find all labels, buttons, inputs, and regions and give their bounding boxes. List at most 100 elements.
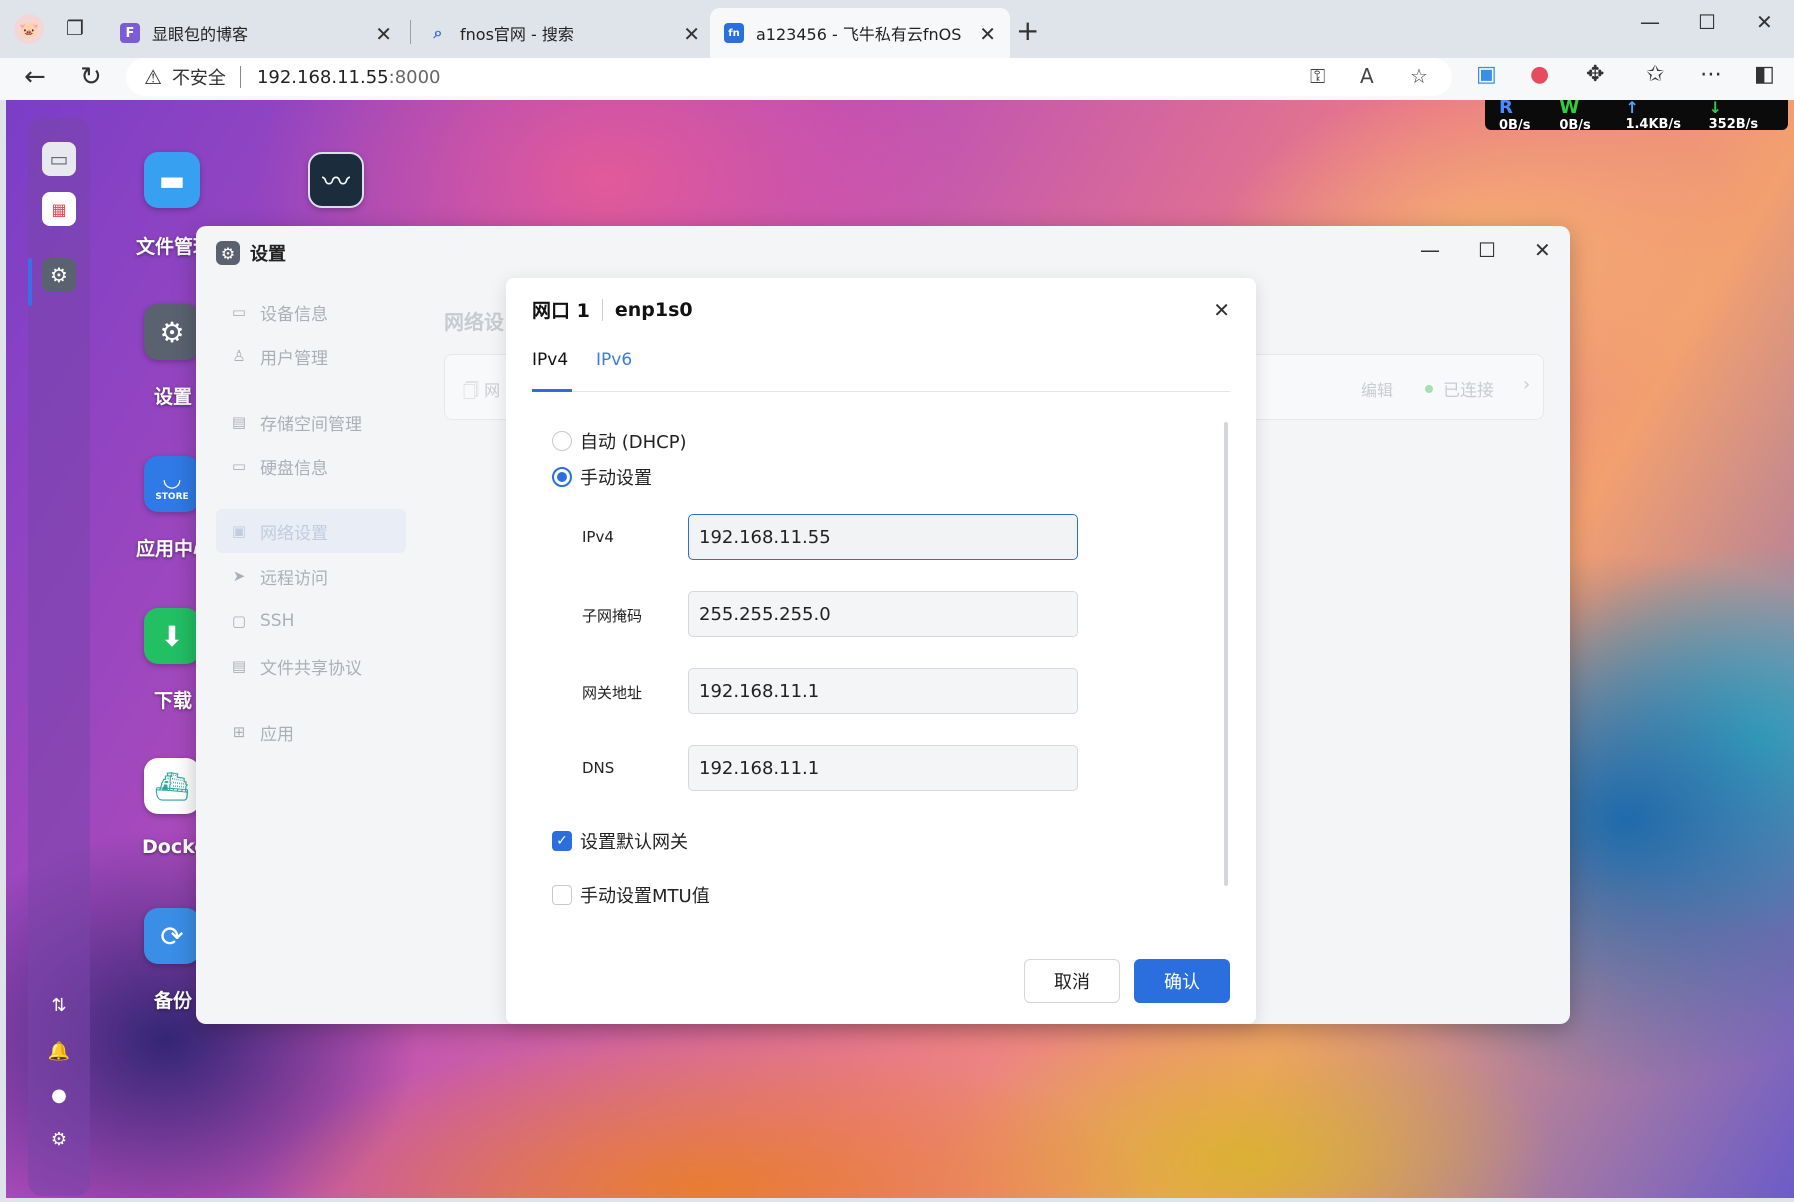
- protocol-tabs: IPv4 IPv6: [532, 350, 1230, 392]
- sidebar-toggle-icon[interactable]: ◧: [1754, 62, 1775, 87]
- gateway-input[interactable]: [688, 668, 1078, 714]
- app-grid-icon[interactable]: ▦: [42, 192, 76, 226]
- app-store-icon[interactable]: ◡ STORE: [144, 456, 200, 512]
- tab-blog[interactable]: F 显眼包的博客 ✕: [106, 8, 406, 58]
- backup-icon[interactable]: ⟳: [144, 908, 200, 964]
- field-label: IPv4: [582, 528, 614, 546]
- minimize-icon[interactable]: —: [1420, 238, 1440, 262]
- close-icon[interactable]: ✕: [683, 22, 700, 46]
- sync-icon[interactable]: ⇅: [48, 994, 70, 1016]
- new-tab-icon[interactable]: +: [1016, 14, 1039, 47]
- network-monitor: R 0B/s W 0B/s ↑ 1.4KB/s ↓ 352B/s: [1485, 100, 1788, 133]
- app-label: 设置: [154, 386, 193, 408]
- minimize-icon[interactable]: —: [1640, 10, 1660, 34]
- settings-titlebar[interactable]: ⚙ 设置 — ☐ ✕: [196, 226, 1570, 280]
- field-label: 网关地址: [582, 684, 643, 702]
- sidebar-item-device-info[interactable]: ▭ 设备信息: [216, 290, 406, 334]
- favorites-icon[interactable]: ✩: [1646, 62, 1664, 87]
- sidebar-item-network[interactable]: ▣ 网络设置: [216, 509, 406, 553]
- key-icon[interactable]: ⚿: [1310, 64, 1325, 88]
- address-bar[interactable]: ⚠ 不安全 192.168.11.55:8000 ⚿ A ☆: [126, 58, 1452, 96]
- dns-input[interactable]: [688, 745, 1078, 791]
- checkbox-default-gateway[interactable]: ✓ 设置默认网关: [552, 828, 688, 854]
- sidebar-item-disk[interactable]: ▭ 硬盘信息: [216, 444, 406, 488]
- tab-ipv6[interactable]: IPv6: [596, 350, 632, 392]
- back-icon[interactable]: ←: [24, 62, 46, 92]
- favorite-star-icon[interactable]: ☆: [1410, 64, 1428, 88]
- sidebar-item-apps[interactable]: ⊞ 应用: [216, 710, 406, 754]
- sidebar-item-file-sharing[interactable]: ▤ 文件共享协议: [216, 644, 406, 688]
- resource-monitor-icon[interactable]: 〰: [308, 152, 364, 208]
- security-label: 不安全: [171, 68, 226, 89]
- refresh-icon[interactable]: ↻: [80, 62, 102, 92]
- content-title: 网络设: [444, 310, 504, 334]
- field-label: DNS: [582, 759, 615, 777]
- app-label: 下载: [154, 690, 193, 712]
- settings-app-icon[interactable]: ⚙: [144, 304, 200, 360]
- edit-link[interactable]: 编辑: [1361, 377, 1393, 401]
- sidebar-item-label: 存储空间管理: [260, 414, 362, 435]
- docker-icon[interactable]: ⛴: [144, 758, 200, 814]
- tab-search[interactable]: ⌕ fnos官网 - 搜索 ✕: [414, 8, 714, 58]
- ipv4-address-input[interactable]: [688, 514, 1078, 560]
- sidebar-item-label: 网络设置: [260, 523, 328, 544]
- bell-icon[interactable]: 🔔: [48, 1040, 70, 1062]
- upload-arrow-icon: ↑: [1625, 100, 1639, 117]
- extension-color-icon[interactable]: ●: [1530, 62, 1549, 87]
- port-name: 网口 1: [532, 300, 590, 322]
- tab-title: a123456 - 飞牛私有云fnOS: [756, 25, 962, 44]
- write-speed: 0B/s: [1559, 118, 1591, 133]
- sidebar-item-remote[interactable]: ➤ 远程访问: [216, 554, 406, 598]
- profile-avatar[interactable]: 🐷: [14, 14, 44, 44]
- tab-actions-icon[interactable]: ❐: [66, 16, 84, 40]
- radio-button[interactable]: [552, 431, 572, 451]
- more-icon[interactable]: ⋯: [1700, 62, 1722, 87]
- download-app-icon[interactable]: ⬇: [144, 608, 200, 664]
- confirm-button[interactable]: 确认: [1134, 959, 1230, 1003]
- checkbox[interactable]: [552, 885, 572, 905]
- extension-blue-icon[interactable]: ▣: [1476, 62, 1497, 87]
- radio-button-selected[interactable]: [552, 467, 572, 487]
- close-icon[interactable]: ✕: [375, 22, 392, 46]
- cancel-button[interactable]: 取消: [1024, 959, 1120, 1003]
- file-manager-icon[interactable]: ▬: [144, 152, 200, 208]
- dock-settings-icon[interactable]: ⚙: [42, 258, 76, 292]
- maximize-icon[interactable]: ☐: [1478, 238, 1496, 262]
- read-label: R: [1499, 100, 1513, 118]
- file-icon: ▤: [231, 657, 247, 675]
- address-port: :8000: [388, 66, 441, 88]
- read-aloud-icon[interactable]: A: [1360, 64, 1374, 88]
- check-icon[interactable]: ✓: [552, 831, 572, 851]
- scrollbar[interactable]: [1224, 422, 1228, 886]
- radio-dhcp[interactable]: 自动 (DHCP): [552, 428, 687, 454]
- close-window-icon[interactable]: ✕: [1756, 10, 1773, 34]
- tab-ipv4[interactable]: IPv4: [532, 350, 568, 392]
- extensions-puzzle-icon[interactable]: ✥: [1586, 62, 1604, 87]
- checkbox-label: 设置默认网关: [580, 832, 688, 853]
- close-icon[interactable]: ✕: [1213, 298, 1230, 322]
- close-icon[interactable]: ✕: [1534, 238, 1551, 262]
- search-icon: ⌕: [433, 23, 443, 42]
- radio-label: 手动设置: [580, 468, 652, 489]
- favicon-f-icon: F: [120, 23, 140, 43]
- fnos-favicon-icon: fn: [724, 23, 744, 43]
- checkbox-mtu[interactable]: 手动设置MTU值: [552, 882, 710, 908]
- close-icon[interactable]: ✕: [979, 22, 996, 46]
- monitor-icon[interactable]: ▭: [42, 142, 76, 176]
- dialog-title: 网口 1 enp1s0: [532, 296, 693, 323]
- sidebar-item-ssh[interactable]: ▢ SSH: [216, 599, 406, 643]
- radio-manual[interactable]: 手动设置: [552, 464, 652, 490]
- tab-fnos[interactable]: fn a123456 - 飞牛私有云fnOS ✕: [710, 8, 1010, 58]
- sidebar-item-label: 远程访问: [260, 568, 328, 589]
- chevron-right-icon[interactable]: ›: [1523, 374, 1530, 395]
- sidebar-item-users[interactable]: ♙ 用户管理: [216, 334, 406, 378]
- maximize-icon[interactable]: ☐: [1698, 10, 1716, 34]
- sidebar-item-label: SSH: [260, 611, 295, 631]
- browser-toolbar: ← ↻ ⚠ 不安全 192.168.11.55:8000 ⚿ A ☆ ▣ ● ✥…: [0, 58, 1794, 100]
- user-icon[interactable]: ●: [48, 1084, 70, 1106]
- gear-icon[interactable]: ⚙: [48, 1128, 70, 1150]
- sidebar-item-storage[interactable]: ▤ 存储空间管理: [216, 400, 406, 444]
- tab-divider: [410, 20, 411, 44]
- subnet-mask-input[interactable]: [688, 591, 1078, 637]
- status-badge: 已连接: [1443, 381, 1494, 401]
